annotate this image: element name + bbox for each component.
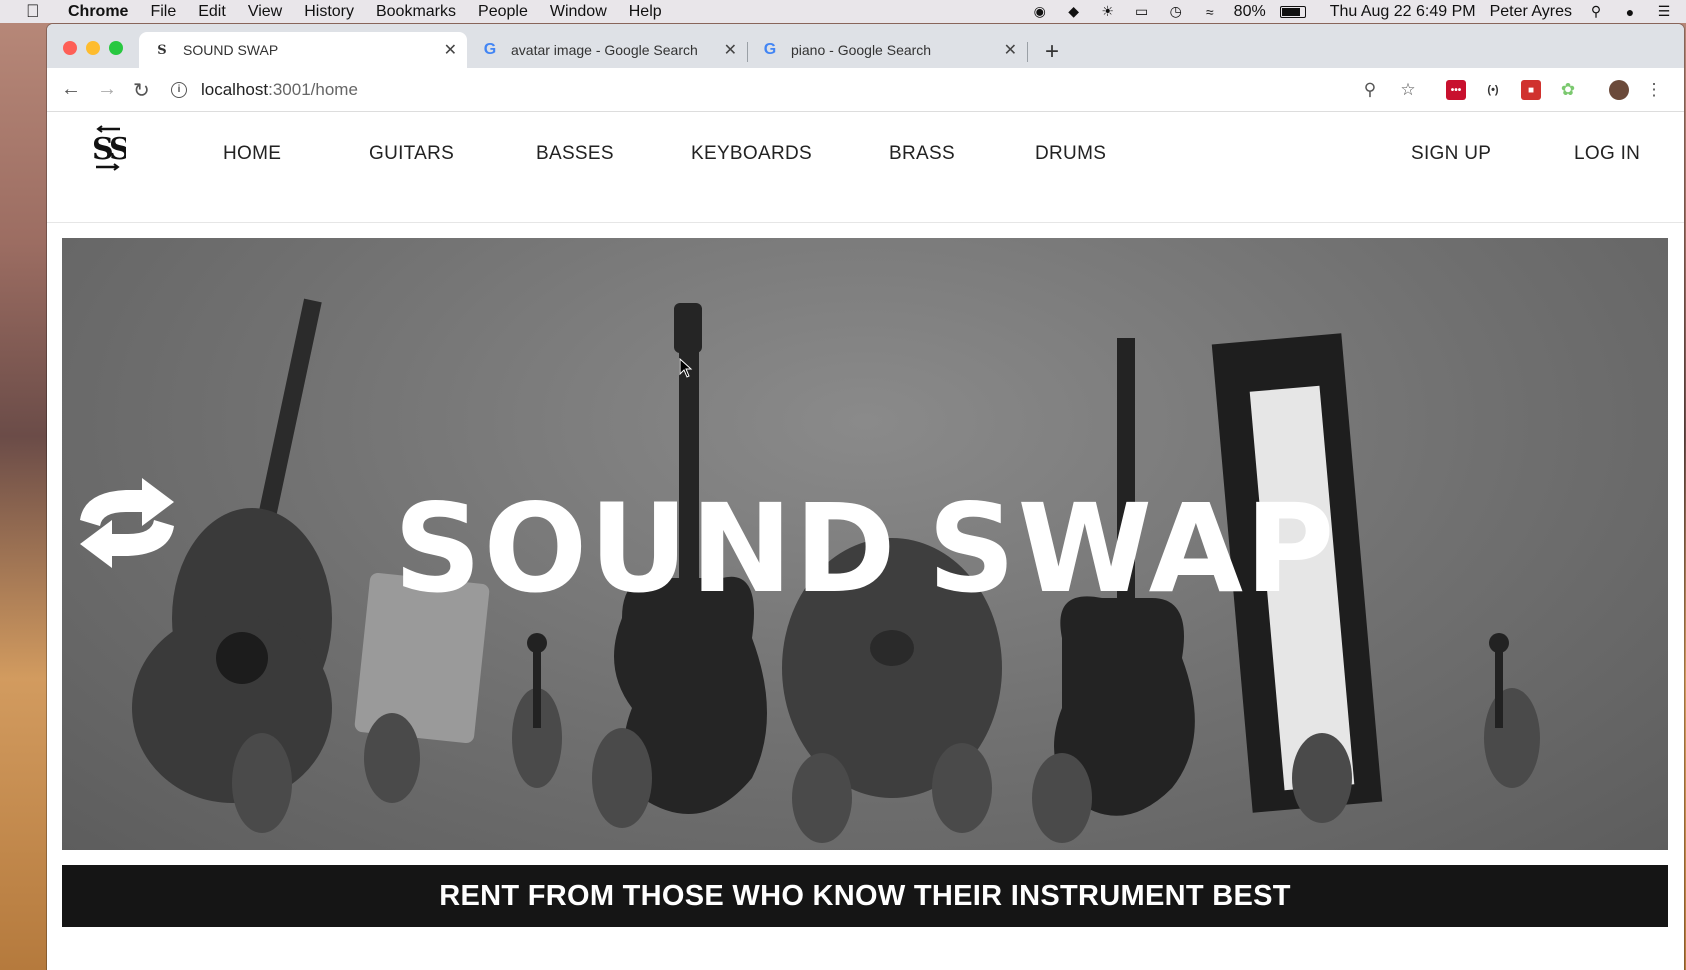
tab-title: avatar image - Google Search — [511, 42, 698, 58]
menu-view[interactable]: View — [248, 3, 282, 21]
notification-center-icon[interactable]: ☰ — [1654, 3, 1674, 20]
forward-icon[interactable]: → — [97, 78, 117, 101]
tab-piano-search[interactable]: G piano - Google Search ✕ — [747, 32, 1027, 68]
hero-title-right: SWAP — [927, 478, 1337, 620]
close-icon[interactable]: ✕ — [724, 40, 737, 60]
web-page: SS HOME GUITARS BASSES KEYBOARDS BRASS D… — [47, 113, 1684, 970]
extension-broadcast-icon[interactable]: (•) — [1483, 80, 1503, 100]
menu-file[interactable]: File — [150, 3, 176, 21]
menu-bar-tray: ◉ ◆ ☀ ▭ ◷ ≈ 80% Thu Aug 22 6:49 PM Peter… — [1030, 0, 1674, 23]
zoom-icon[interactable]: ⚲ — [1360, 80, 1380, 100]
menu-window[interactable]: Window — [550, 3, 607, 21]
url-path: :3001/home — [268, 80, 358, 99]
site-info-icon[interactable]: i — [171, 82, 187, 98]
battery-percent: 80% — [1233, 2, 1266, 20]
hero-banner: SOUND SWAP — [62, 238, 1668, 850]
apple-icon[interactable]:  — [26, 1, 48, 22]
address-bar[interactable]: i localhost:3001/home — [171, 75, 1371, 105]
nav-keyboards[interactable]: KEYBOARDS — [691, 143, 812, 165]
tab-avatar-search[interactable]: G avatar image - Google Search ✕ — [467, 32, 747, 68]
nav-basses[interactable]: BASSES — [536, 143, 614, 165]
spotlight-search-icon[interactable]: ⚲ — [1586, 3, 1606, 20]
time-machine-icon[interactable]: ◷ — [1166, 3, 1186, 20]
extension-color-icon[interactable]: ✿ — [1558, 80, 1578, 100]
siri-icon[interactable]: ● — [1620, 4, 1640, 20]
bookmark-star-icon[interactable]: ☆ — [1398, 80, 1418, 100]
user-name[interactable]: Peter Ayres — [1490, 3, 1572, 21]
tab-divider — [1027, 42, 1028, 62]
macos-menu-bar:  Chrome File Edit View History Bookmark… — [0, 0, 1686, 23]
window-close-button[interactable] — [63, 41, 77, 55]
extension-colorzilla-icon[interactable]: ■ — [1521, 80, 1541, 100]
menu-app-name[interactable]: Chrome — [68, 3, 128, 21]
nav-home[interactable]: HOME — [223, 143, 281, 165]
evernote-icon[interactable]: ◆ — [1064, 3, 1084, 20]
profile-avatar[interactable] — [1609, 80, 1629, 100]
browser-toolbar: ← → ↻ i localhost:3001/home ⚲ ☆ ••• (•) … — [47, 68, 1684, 112]
logo-letters: SS — [92, 132, 126, 167]
hero-title-left: SOUND — [393, 478, 898, 620]
window-controls — [63, 41, 123, 55]
menu-history[interactable]: History — [304, 3, 354, 21]
tab-sound-swap[interactable]: S SOUND SWAP ✕ — [139, 32, 467, 68]
google-icon: G — [763, 41, 777, 58]
tab-title: SOUND SWAP — [183, 42, 279, 58]
window-minimize-button[interactable] — [86, 41, 100, 55]
nav-drums[interactable]: DRUMS — [1035, 143, 1106, 165]
nav-guitars[interactable]: GUITARS — [369, 143, 454, 165]
close-icon[interactable]: ✕ — [444, 40, 457, 60]
hero-title: SOUND SWAP — [62, 478, 1668, 620]
ss-logo-icon: SS — [92, 125, 133, 171]
new-tab-button[interactable]: + — [1045, 38, 1059, 66]
google-icon: G — [483, 41, 497, 58]
login-link[interactable]: LOG IN — [1574, 143, 1640, 165]
creative-cloud-icon[interactable]: ☀ — [1098, 3, 1118, 20]
ss-logo-icon: S — [157, 42, 167, 58]
tagline-banner: RENT FROM THOSE WHO KNOW THEIR INSTRUMEN… — [62, 865, 1668, 927]
menu-bookmarks[interactable]: Bookmarks — [376, 3, 456, 21]
sound-swap-logo[interactable]: SS — [90, 123, 133, 171]
browser-window: S SOUND SWAP ✕ G avatar image - Google S… — [47, 24, 1684, 970]
menu-kebab-icon[interactable]: ⋮ — [1644, 80, 1664, 100]
nav-brass[interactable]: BRASS — [889, 143, 955, 165]
menu-help[interactable]: Help — [629, 3, 662, 21]
reload-icon[interactable]: ↻ — [133, 78, 150, 103]
menu-people[interactable]: People — [478, 3, 528, 21]
window-maximize-button[interactable] — [109, 41, 123, 55]
record-icon[interactable]: ◉ — [1030, 3, 1050, 20]
tab-strip: S SOUND SWAP ✕ G avatar image - Google S… — [47, 24, 1684, 68]
tab-title: piano - Google Search — [791, 42, 932, 58]
url-host: localhost — [201, 80, 269, 99]
battery-icon[interactable] — [1279, 5, 1306, 18]
menu-edit[interactable]: Edit — [198, 3, 226, 21]
close-icon[interactable]: ✕ — [1004, 40, 1017, 60]
back-icon[interactable]: ← — [61, 78, 81, 101]
signup-link[interactable]: SIGN UP — [1411, 143, 1491, 165]
extension-lastpass-icon[interactable]: ••• — [1446, 80, 1466, 100]
airplay-icon[interactable]: ▭ — [1132, 3, 1152, 20]
tagline-text: RENT FROM THOSE WHO KNOW THEIR INSTRUMEN… — [439, 879, 1291, 912]
site-header: SS HOME GUITARS BASSES KEYBOARDS BRASS D… — [47, 113, 1684, 223]
clock[interactable]: Thu Aug 22 6:49 PM — [1330, 3, 1476, 21]
swap-arrows-icon — [80, 478, 174, 568]
mouse-cursor-icon — [679, 358, 693, 378]
wifi-icon[interactable]: ≈ — [1200, 4, 1220, 20]
